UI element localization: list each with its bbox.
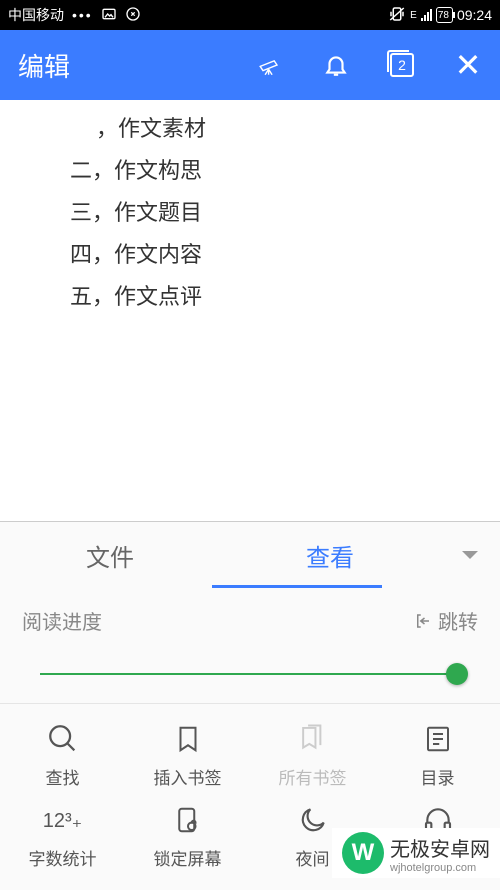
panel-tabs: 文件 查看 (0, 522, 500, 588)
bookmarks-icon (294, 720, 332, 758)
telescope-icon[interactable] (256, 51, 284, 79)
signal-icon (421, 9, 432, 21)
lock-icon (169, 801, 207, 839)
compass-icon (125, 6, 141, 25)
jump-icon (414, 612, 432, 630)
watermark-logo: W (342, 832, 384, 874)
progress-slider[interactable] (40, 663, 460, 685)
close-icon[interactable]: ✕ (454, 51, 482, 79)
tool-toc[interactable]: 目录 (378, 720, 498, 789)
clock: 09:24 (457, 7, 492, 23)
doc-line: ，作文素材 (96, 108, 430, 150)
bookmark-icon (169, 720, 207, 758)
doc-line: 五，作文点评 (70, 276, 430, 318)
tabs-icon[interactable]: 2 (388, 51, 416, 79)
bell-icon[interactable] (322, 51, 350, 79)
moon-icon (294, 801, 332, 839)
more-dots-icon: ••• (72, 7, 93, 23)
status-bar: 中国移动 ••• E 78 09:24 (0, 0, 500, 30)
tool-word-count[interactable]: 12³₊ 字数统计 (3, 801, 123, 870)
header-title: 编辑 (18, 47, 256, 84)
search-icon (44, 720, 82, 758)
app-header: 编辑 2 ✕ (0, 30, 500, 100)
doc-line: 四，作文内容 (70, 234, 430, 276)
tool-all-bookmarks[interactable]: 所有书签 (253, 720, 373, 789)
battery-icon: 78 (436, 7, 453, 23)
doc-line: 三，作文题目 (70, 192, 430, 234)
tab-file[interactable]: 文件 (0, 522, 220, 588)
jump-button[interactable]: 跳转 (414, 606, 478, 635)
list-icon (419, 720, 457, 758)
vibrate-icon (388, 5, 406, 26)
network-type: E (410, 10, 417, 21)
watermark-url: wjhotelgroup.com (390, 862, 490, 874)
doc-line: 二，作文构思 (70, 150, 430, 192)
reading-progress-section: 阅读进度 跳转 (0, 588, 500, 703)
tool-lock-screen[interactable]: 锁定屏幕 (128, 801, 248, 870)
progress-label: 阅读进度 (22, 606, 102, 635)
picture-icon (101, 6, 117, 25)
tool-find[interactable]: 查找 (3, 720, 123, 789)
carrier-label: 中国移动 (8, 5, 64, 25)
document-content[interactable]: ，作文素材 二，作文构思 三，作文题目 四，作文内容 五，作文点评 (0, 100, 500, 460)
collapse-panel-icon[interactable] (440, 549, 500, 561)
watermark-text: 无极安卓网 (390, 833, 490, 862)
tool-insert-bookmark[interactable]: 插入书签 (128, 720, 248, 789)
tab-view[interactable]: 查看 (220, 522, 440, 588)
word-count-icon: 12³₊ (44, 801, 82, 839)
slider-knob[interactable] (446, 663, 468, 685)
watermark: W 无极安卓网 wjhotelgroup.com (332, 828, 500, 878)
